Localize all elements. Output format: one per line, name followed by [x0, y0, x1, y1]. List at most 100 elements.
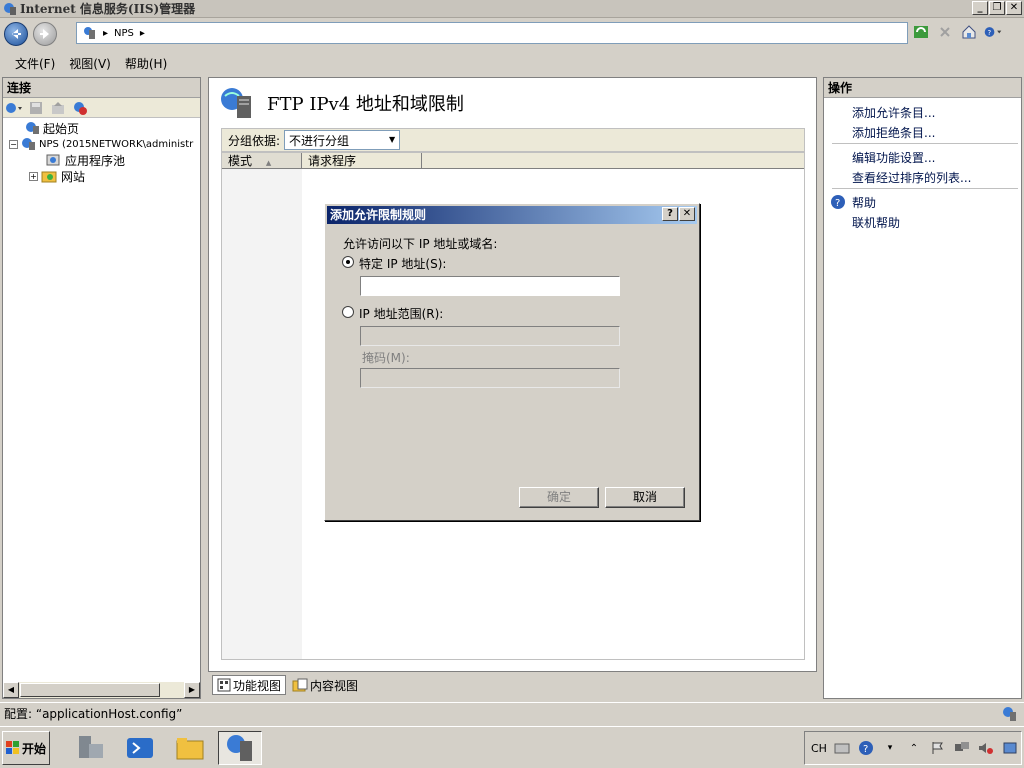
forward-button[interactable]	[33, 22, 57, 46]
connections-hscrollbar[interactable]: ◀ ▶	[3, 682, 200, 698]
taskbar: 开始 CH ? ▾ ⌃	[0, 726, 1024, 768]
help-icon[interactable]: ?	[857, 739, 875, 757]
arrow-left-icon	[12, 29, 21, 39]
keyboard-icon[interactable]	[833, 739, 851, 757]
breadcrumb-sep-icon: ▸	[139, 27, 145, 39]
powershell-icon	[127, 738, 153, 758]
ip-range-input[interactable]	[360, 326, 620, 346]
breadcrumb-nps[interactable]: NPS	[114, 28, 134, 39]
actions-pane: 操作 添加允许条目... 添加拒绝条目... 编辑功能设置... 查看经过排序的…	[823, 77, 1022, 699]
server-icon	[84, 27, 95, 39]
show-hidden-icons-icon[interactable]: ⌃	[905, 739, 923, 757]
start-label: 开始	[21, 741, 46, 756]
save-icon[interactable]	[27, 99, 45, 117]
arrow-right-icon	[40, 29, 49, 39]
windows-logo-icon	[5, 741, 19, 754]
taskbar-powershell[interactable]	[118, 731, 162, 765]
scroll-right-icon[interactable]: ▶	[184, 682, 200, 698]
back-button[interactable]	[4, 22, 28, 46]
menu-view[interactable]: 视图(V)	[62, 55, 118, 72]
title-bar: Internet 信息服务(IIS)管理器 _ ❐ ✕	[0, 0, 1024, 18]
breadcrumb-sep-icon: ▸	[103, 27, 109, 39]
action-view-sorted[interactable]: 查看经过排序的列表...	[852, 169, 971, 186]
menu-file[interactable]: 文件(F)	[8, 55, 62, 72]
ime-options-icon[interactable]: ▾	[881, 739, 899, 757]
specific-ip-label: 特定 IP 地址(S):	[359, 257, 447, 271]
menu-bar: 文件(F) 视图(V) 帮助(H)	[0, 52, 1024, 74]
add-allow-rule-dialog: 添加允许限制规则 ? ✕ 允许访问以下 IP 地址或域名: 特定 IP 地址(S…	[324, 203, 700, 521]
start-button[interactable]: 开始	[2, 731, 50, 765]
help-dropdown-icon[interactable]: ?	[984, 23, 1002, 41]
address-bar: ▸ NPS ▸ ?	[0, 18, 1024, 50]
column-requestor[interactable]: 请求程序	[302, 153, 422, 168]
minimize-button[interactable]: _	[972, 1, 988, 15]
status-text: 配置: “applicationHost.config”	[4, 707, 183, 721]
svg-text:?: ?	[987, 29, 991, 37]
close-button[interactable]: ✕	[1006, 1, 1022, 15]
start-page-icon	[26, 122, 39, 134]
tree-label-server: NPS (2015NETWORK\administr	[39, 138, 194, 150]
tab-content-view[interactable]: 内容视图	[288, 675, 362, 695]
address-field[interactable]: ▸ NPS ▸	[76, 22, 908, 44]
stop-icon[interactable]	[936, 23, 954, 41]
taskbar-iis-manager[interactable]	[218, 731, 262, 765]
tree-item-app-pools[interactable]: 应用程序池	[3, 152, 200, 168]
dialog-close-button[interactable]: ✕	[679, 207, 695, 221]
menu-help[interactable]: 帮助(H)	[118, 55, 174, 72]
show-desktop-icon[interactable]	[1001, 739, 1019, 757]
home-icon[interactable]	[960, 23, 978, 41]
connect-icon[interactable]	[5, 99, 23, 117]
column-mode-label: 模式	[228, 154, 253, 168]
connection-status-icon	[1003, 707, 1016, 721]
scroll-left-icon[interactable]: ◀	[3, 682, 19, 698]
tree-item-sites[interactable]: + 网站	[3, 168, 200, 184]
network-icon[interactable]	[953, 739, 971, 757]
expand-toggle-icon[interactable]: +	[29, 171, 38, 181]
connections-toolbar	[3, 98, 200, 118]
action-edit-settings[interactable]: 编辑功能设置...	[852, 149, 935, 166]
dialog-title: 添加允许限制规则	[330, 208, 427, 222]
refresh-icon[interactable]	[912, 23, 930, 41]
tab-features-label: 功能视图	[233, 678, 282, 693]
up-level-icon[interactable]	[49, 99, 67, 117]
volume-muted-icon[interactable]	[977, 739, 995, 757]
taskbar-server-manager[interactable]	[68, 731, 112, 765]
iis-app-icon	[4, 2, 16, 15]
server-manager-icon	[79, 736, 103, 758]
action-add-deny[interactable]: 添加拒绝条目...	[852, 124, 935, 141]
dialog-help-button[interactable]: ?	[662, 207, 678, 221]
group-by-label: 分组依据:	[228, 133, 281, 148]
ok-button[interactable]: 确定	[519, 487, 599, 508]
radio-ip-range[interactable]	[342, 306, 354, 318]
taskbar-explorer[interactable]	[168, 731, 212, 765]
disconnect-icon[interactable]	[71, 99, 89, 117]
sites-folder-icon	[41, 171, 57, 183]
help-icon: ?	[831, 195, 845, 209]
tree-item-server[interactable]: − NPS (2015NETWORK\administr	[3, 136, 200, 152]
radio-specific-ip[interactable]	[342, 256, 354, 268]
ime-indicator[interactable]: CH	[811, 742, 827, 755]
specific-ip-input[interactable]	[360, 276, 620, 296]
flag-icon[interactable]	[929, 739, 947, 757]
tab-features-view[interactable]: 功能视图	[212, 675, 287, 695]
scroll-thumb[interactable]	[20, 683, 160, 697]
server-icon	[22, 138, 35, 150]
action-add-allow[interactable]: 添加允许条目...	[852, 104, 935, 121]
sort-asc-icon: ▲	[265, 159, 272, 167]
tree-item-start-page[interactable]: 起始页	[3, 120, 200, 136]
page-title: FTP IPv4 地址和域限制	[267, 94, 464, 115]
action-help[interactable]: 帮助	[852, 194, 876, 211]
collapse-toggle-icon[interactable]: −	[9, 139, 18, 149]
action-online-help[interactable]: 联机帮助	[852, 214, 900, 231]
window-title: Internet 信息服务(IIS)管理器	[20, 2, 196, 16]
group-by-select[interactable]: 不进行分组 ▼	[284, 130, 401, 150]
column-mode[interactable]: 模式 ▲	[222, 153, 302, 168]
restore-button[interactable]: ❐	[989, 1, 1005, 15]
folder-icon	[176, 738, 204, 760]
actions-header: 操作	[824, 78, 1021, 98]
system-tray: CH ? ▾ ⌃	[804, 731, 1022, 765]
svg-text:?: ?	[835, 198, 840, 209]
mask-input[interactable]	[360, 368, 620, 388]
cancel-button[interactable]: 取消	[605, 487, 685, 508]
ip-range-label: IP 地址范围(R):	[359, 307, 444, 321]
